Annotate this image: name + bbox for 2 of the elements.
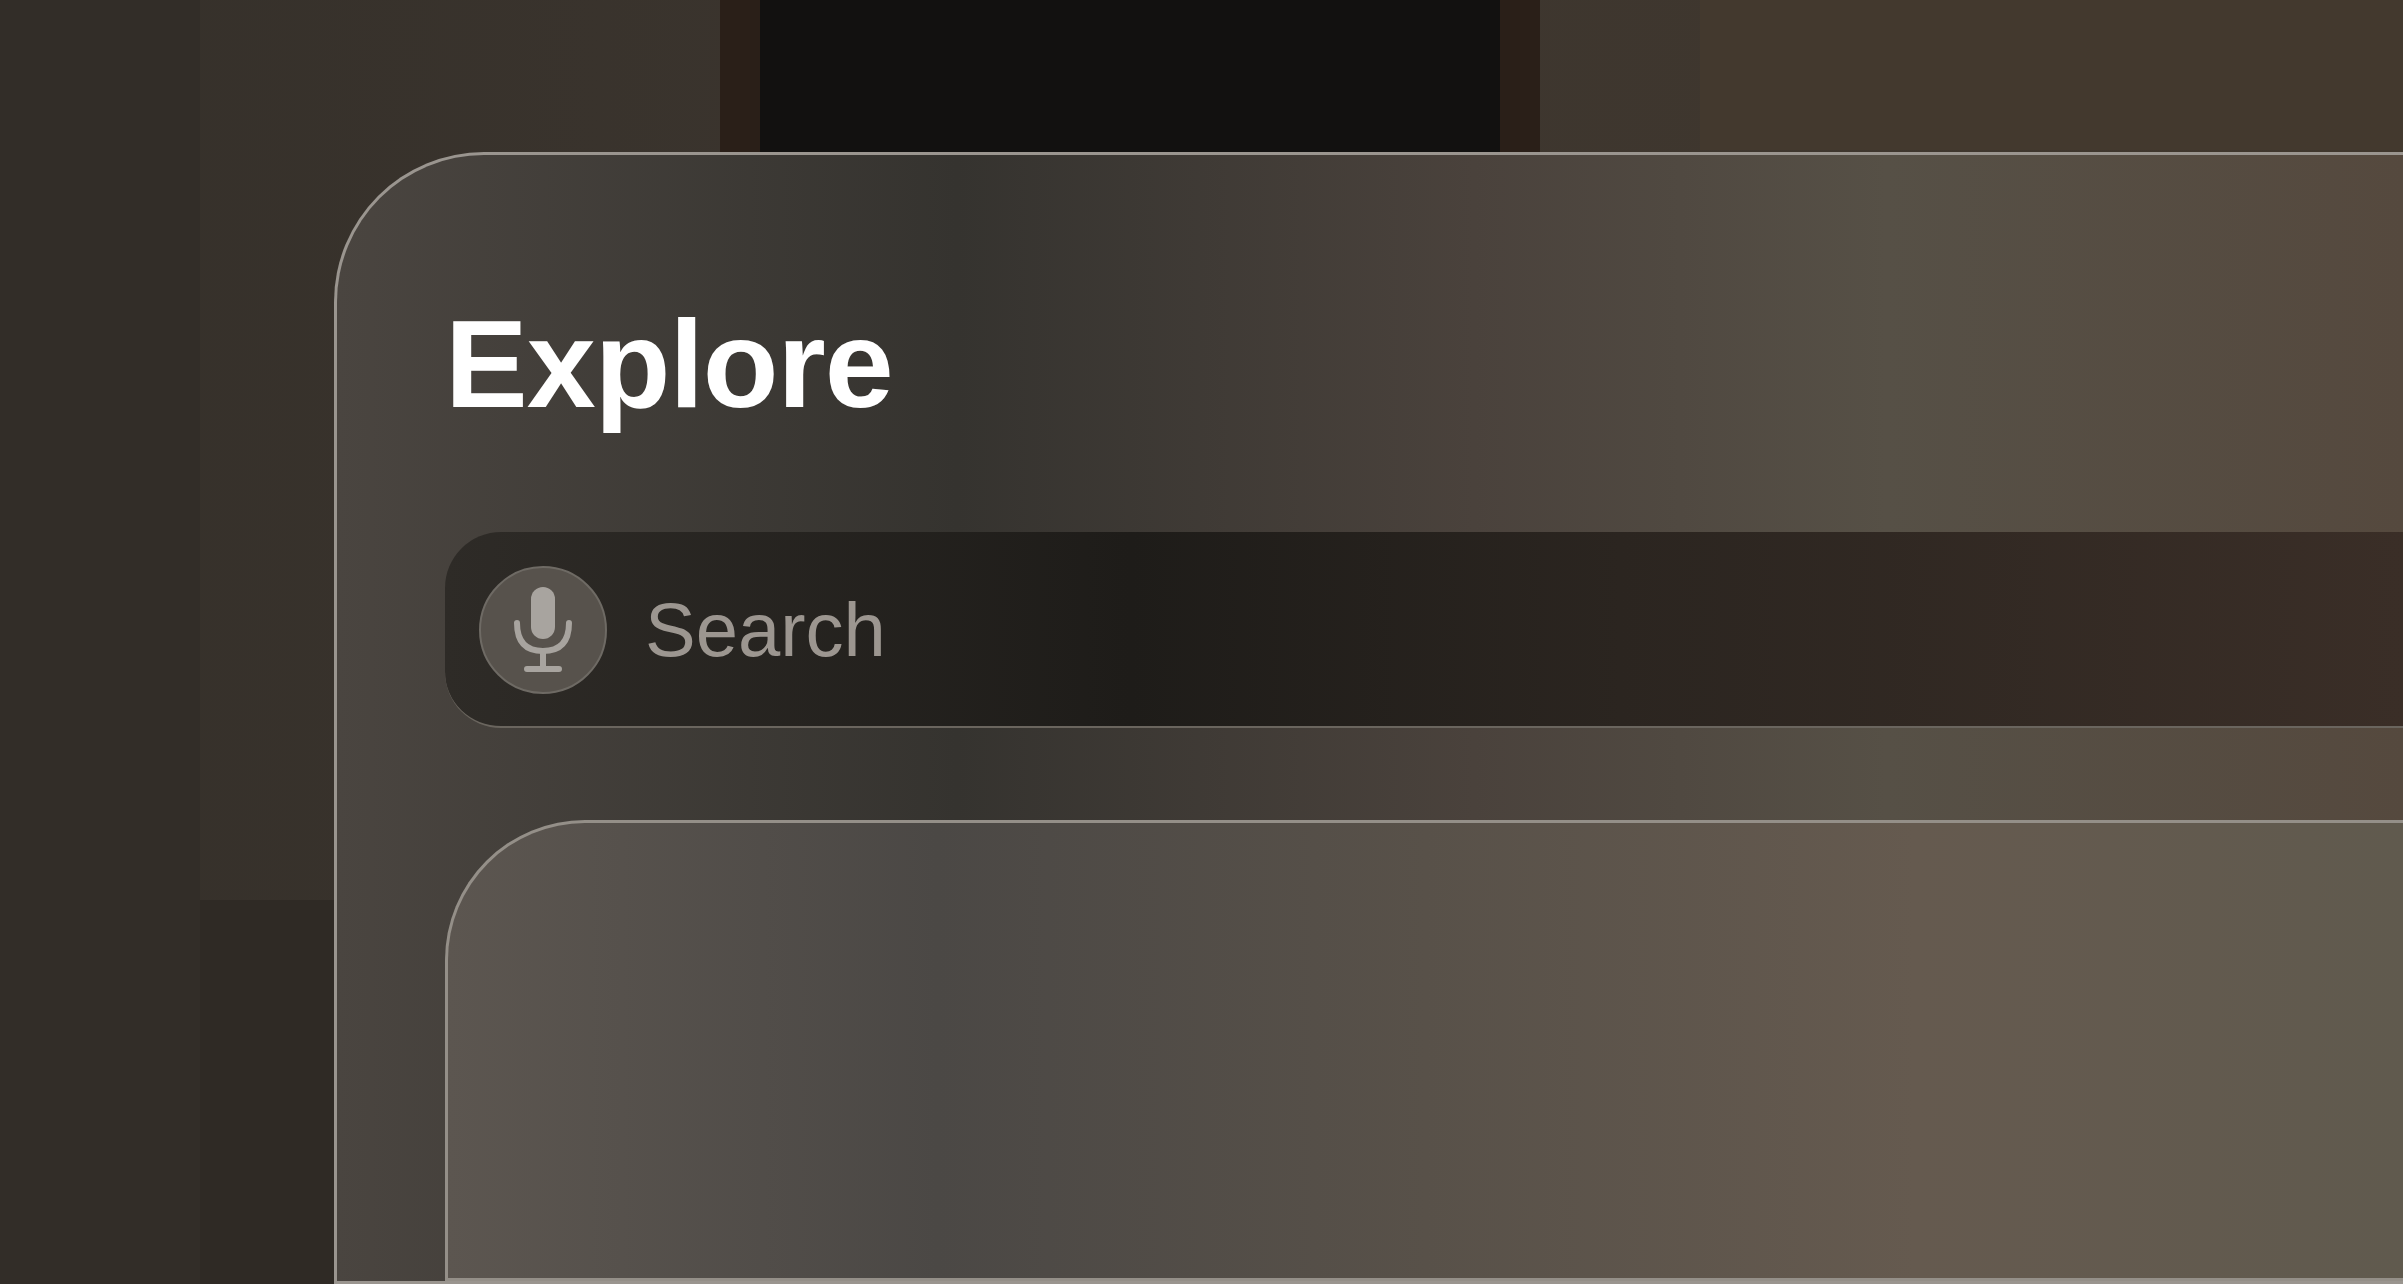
window-title: Explore [445, 294, 893, 435]
search-field[interactable]: Search [445, 532, 2403, 728]
